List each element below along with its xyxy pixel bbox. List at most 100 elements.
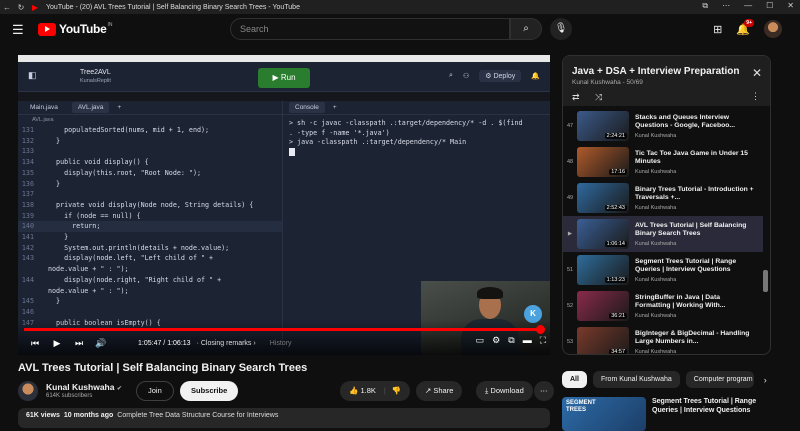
subscribe-button[interactable]: Subscribe [180,381,239,401]
previous-icon[interactable]: ⏮ [24,338,46,349]
join-button[interactable]: Join [136,381,174,401]
code-line: 134 public void display() { [18,157,282,168]
channel-name[interactable]: Kunal Kushwaha ✔ [46,382,122,392]
recommended-thumbnail[interactable]: SEGMENT TREES [562,397,646,431]
more-vert-icon[interactable]: ⋮ [751,91,760,102]
editor-tabs: Main.java AVL.java + [18,101,282,115]
code-text: } [48,179,61,188]
mic-icon: 🎙 [554,23,568,34]
playlist-index: 49 [566,195,574,201]
settings-gear-icon[interactable]: ⚙ [492,335,500,346]
playlist-channel: Kunal Kushwaha [635,348,677,355]
close-window-icon[interactable]: ✕ [787,1,794,11]
line-number [18,264,48,275]
next-icon[interactable]: ⏭ [68,338,90,349]
create-video-icon[interactable]: ⊞ [713,23,722,36]
play-icon[interactable]: ▶ [46,338,68,349]
subtitles-icon[interactable]: ▭ [476,335,485,346]
playlist-thumbnail[interactable]: 36:21 [577,291,629,321]
minimize-icon[interactable]: — [744,1,752,11]
playlist-video-title: Tic Tac Toe Java Game in Under 15 Minute… [635,149,748,166]
playlist-video-title: Segment Trees Tutorial | Range Queries |… [635,257,737,274]
playlist-index: ▶ [567,231,573,237]
playlist-thumbnail[interactable]: 1:06:14 [577,219,629,249]
reload-icon[interactable]: ↻ [14,3,28,12]
maximize-icon[interactable]: ☐ [766,1,773,11]
dislike-button[interactable]: 👎 [386,386,410,395]
download-button[interactable]: ⤓ Download [476,381,533,401]
chip-all[interactable]: All [562,371,587,388]
code-text: } [48,233,69,242]
playlist-title[interactable]: Java + DSA + Interview Preparation C... [572,66,742,77]
playlist-item[interactable]: 49 2:52:43 Binary Trees Tutorial - Introdu… [563,180,763,216]
menu-dots-icon[interactable]: ⋯ [722,1,730,11]
chip-computer-programming[interactable]: Computer program [685,371,754,388]
search-input[interactable]: Search [230,18,510,40]
code-line: node.value + " : "); [18,286,282,297]
youtube-header: ☰ YouTube IN Search ⌕ 🎙 ⊞ 🔔 9+ [0,14,800,44]
code-line: 132 } [18,136,282,147]
playlist-item[interactable]: 51 1:13:23 Segment Trees Tutorial | Range … [563,252,763,288]
notifications-button[interactable]: 🔔 9+ [736,18,754,36]
video-duration: 1:13:23 [604,277,627,283]
recommended-video[interactable]: SEGMENT TREES Segment Trees Tutorial | R… [562,397,764,431]
add-tab-icon: + [332,104,337,111]
fullscreen-icon[interactable]: ⛶ [540,335,546,346]
chapter-title[interactable]: · Closing remarks › [197,340,256,347]
playlist-channel: Kunal Kushwaha [635,276,677,283]
playlist-item[interactable]: 48 17:16 Tic Tac Toe Java Game in Under 15… [563,144,763,180]
playlist-video-title: AVL Trees Tutorial | Self Balancing Bina… [635,221,747,238]
like-button[interactable]: 👍 1.8K [340,386,384,395]
extensions-icon[interactable]: ⧉ [702,1,708,11]
playlist-scrollbar[interactable] [763,270,768,292]
chip-from-channel[interactable]: From Kunal Kushwaha [592,371,680,388]
miniplayer-icon[interactable]: ⧉ [508,335,514,346]
playlist-index: 51 [566,267,574,273]
browser-title-bar: ← ↻ ▶ YouTube - (20) AVL Trees Tutorial … [0,0,800,14]
video-duration: 1:06:14 [604,241,627,247]
playlist-item[interactable]: ▶ 1:06:14 AVL Trees Tutorial | Self Balanc… [563,216,763,252]
line-number: 142 [21,243,34,252]
playlist-thumbnail[interactable]: 2:24:21 [577,111,629,141]
youtube-logo[interactable]: YouTube IN [38,22,112,36]
line-number: 140 [21,222,34,231]
playlist-channel: Kunal Kushwaha [635,240,677,247]
chevron-right-icon[interactable]: › [764,375,767,385]
playlist-thumbnail[interactable]: 34:57 [577,327,629,354]
progress-bar[interactable] [24,325,546,334]
back-icon[interactable]: ← [0,3,14,12]
player-controls: ⏮ ▶ ⏭ 🔊 1:05:47 / 1:06:13 · Closing rema… [18,335,550,351]
user-avatar[interactable] [764,20,782,38]
description-box[interactable]: 61K views 10 months ago Complete Tree Data… [18,408,550,428]
search-button[interactable]: ⌕ [510,18,542,40]
playlist-video-title: BigInteger & BigDecimal - Handling Large… [635,329,750,346]
video-player[interactable]: ◧ Tree2AVL KunalsReplit ▶ Run ⌕ ⚇ ⚙ Depl… [18,55,550,355]
code-line: 133 [18,146,282,157]
voice-search-button[interactable]: 🎙 [550,18,572,40]
line-number: 132 [21,136,34,145]
verified-check-icon: ✔ [116,386,122,392]
channel-avatar[interactable] [18,381,38,401]
tab-console: Console [289,102,325,113]
tab-avl-java: AVL.java [71,102,110,113]
playlist-thumbnail[interactable]: 2:52:43 [577,183,629,213]
playlist-item[interactable]: 52 36:21 StringBuffer in Java | Data Forma… [563,288,763,324]
more-actions-button[interactable]: ⋯ [534,381,554,401]
close-icon[interactable]: ✕ [752,66,762,80]
line-number: 144 [21,275,34,284]
playlist-item[interactable]: 47 2:24:21 Stacks and Queues Interview Que… [563,108,763,144]
playlist-item[interactable]: 53 34:57 BigInteger & BigDecimal - Handlin… [563,324,763,355]
search-icon: ⌕ [449,72,453,79]
recommended-title[interactable]: Segment Trees Tutorial | Range Queries |… [652,397,764,431]
volume-icon[interactable]: 🔊 [90,338,112,349]
shuffle-icon[interactable]: ⤨ [595,92,602,103]
theater-mode-icon[interactable]: ▬ [523,335,532,346]
view-count: 61K views [26,412,60,419]
playlist-index: 47 [566,123,574,129]
playlist-video-title: Stacks and Queues Interview Questions - … [635,113,736,130]
hamburger-menu-icon[interactable]: ☰ [12,22,24,38]
playlist-thumbnail[interactable]: 1:13:23 [577,255,629,285]
loop-icon[interactable]: ⇄ [572,92,580,103]
playlist-thumbnail[interactable]: 17:16 [577,147,629,177]
share-button[interactable]: ↗ Share [416,381,463,401]
